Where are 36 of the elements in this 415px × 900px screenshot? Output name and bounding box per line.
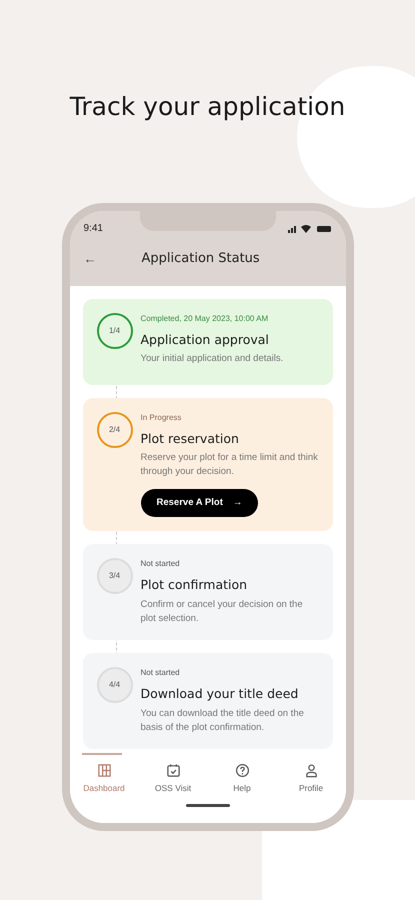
step-status: Not started xyxy=(140,667,181,679)
step-title: Application approval xyxy=(140,330,270,349)
back-button[interactable]: ← xyxy=(84,248,134,268)
step-status: Completed, 20 May 2023, 10:00 AM xyxy=(140,312,270,324)
step-title: Download your title deed xyxy=(140,685,300,703)
step-card[interactable]: 3/4 Not started Plot confirmation Confirm or cancel your decision on the plot selection. xyxy=(82,544,332,640)
step-card[interactable]: 1/4 Completed, 20 May 2023, 10:00 AM Application approval Your initial application and details. xyxy=(82,298,332,384)
step-description: Confirm or cancel your decision on the plot selection. xyxy=(140,598,304,626)
nav-tab[interactable]: OSS Visit xyxy=(138,762,208,794)
nav-tab[interactable]: Dashboard xyxy=(70,762,138,794)
step-number: 3/4 xyxy=(96,558,132,594)
home-indicator xyxy=(186,804,230,808)
screen-title: Application Status xyxy=(142,250,260,268)
reserve-plot-button[interactable]: Reserve A Plot → xyxy=(140,489,258,518)
step-description: You can download the title deed on the basis of the plot confirmation. xyxy=(140,706,305,735)
profile-icon xyxy=(304,762,318,778)
nav-tab[interactable]: Help xyxy=(208,762,276,794)
step-number: 4/4 xyxy=(96,667,132,703)
nav-tab[interactable]: Profile xyxy=(276,762,346,794)
step-status: Not started xyxy=(140,558,181,570)
help-icon xyxy=(234,762,250,778)
step-number: 1/4 xyxy=(96,312,132,348)
step-description: Reserve your plot for a time limit and think through your decision. xyxy=(140,451,318,480)
step-number: 2/4 xyxy=(96,412,132,448)
status-icons xyxy=(288,224,332,233)
grid-icon xyxy=(96,762,112,778)
step-card[interactable]: 4/4 Not started Download your title deed You can download the title deed on the basis of the plot confirmation. xyxy=(82,653,332,749)
headline: Track your application xyxy=(70,91,346,123)
step-description: Your initial application and details. xyxy=(140,352,284,366)
calendar-icon xyxy=(166,762,180,778)
status-time: 9:41 xyxy=(84,222,103,236)
step-status: In Progress xyxy=(140,412,182,424)
step-title: Plot reservation xyxy=(140,430,240,448)
active-tab-indicator xyxy=(82,752,122,754)
step-card[interactable]: 2/4 In Progress Plot reservation Reserve your plot for a time limit and think through your decision. Reserve A Plot → xyxy=(82,398,332,532)
step-title: Plot confirmation xyxy=(140,576,248,594)
